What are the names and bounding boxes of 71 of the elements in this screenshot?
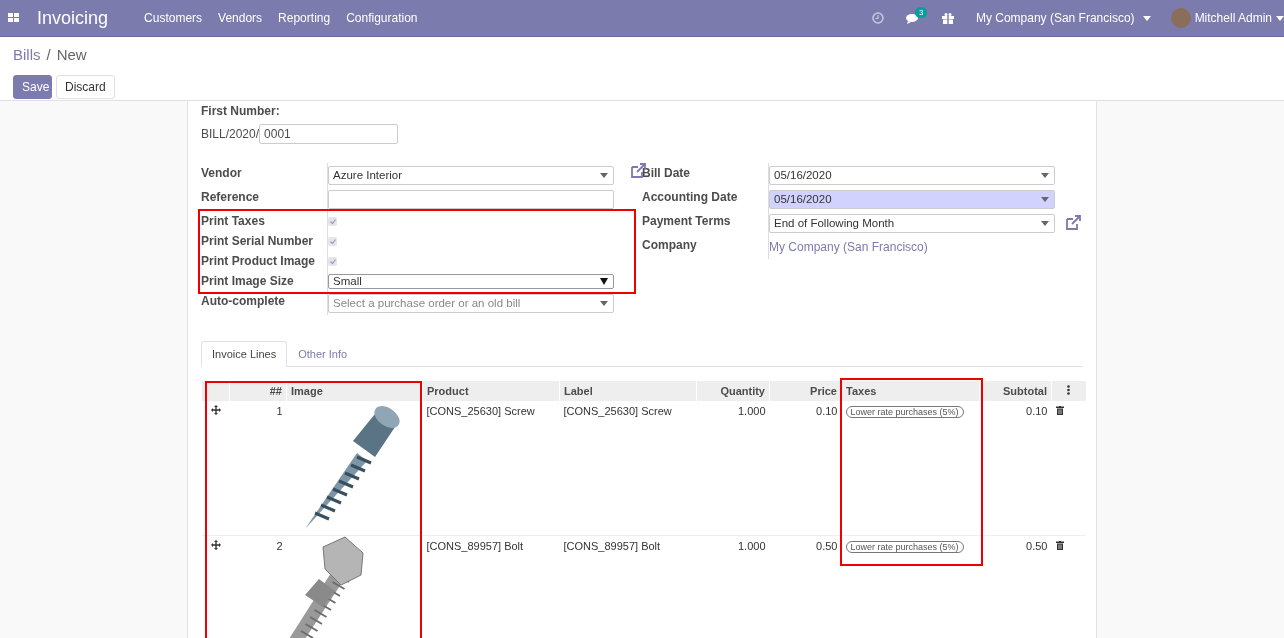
external-link-icon [1065,215,1082,231]
dropdown-field[interactable]: 05/16/2020 [769,165,1055,185]
table-cell: [CONS_89957] Bolt [422,535,560,638]
input-field[interactable] [328,189,614,209]
breadcrumb-current: New [56,46,87,65]
checkmark-icon [329,218,336,224]
dropdown-field[interactable]: 05/16/2020 [769,189,1055,209]
table-cell: [CONS_25630] Screw [422,400,560,536]
caret-icon [1276,15,1284,21]
caret-icon [1041,196,1049,202]
column-header: Quantity [696,381,770,401]
menu-item[interactable]: Configuration [346,11,418,25]
avatar [1170,8,1191,28]
menu-item[interactable]: Customers [144,11,203,25]
checkbox[interactable] [328,256,337,266]
table-cell: [CONS_25630] Screw [559,400,697,536]
delete-button[interactable] [1055,540,1064,552]
column-header: Label [559,381,697,401]
menu-item[interactable]: Reporting [278,11,331,25]
table-cell: 0.50 [979,535,1052,638]
sequence-number-field[interactable]: 0001 [259,124,399,144]
message-count-badge: 3 [914,6,928,18]
company-switcher[interactable]: My Company (San Francisco) [975,11,1151,25]
table-cell: 1 [229,400,287,536]
gift-icon [941,12,954,24]
table-cell: 0.10 [769,400,842,536]
dropdown-field[interactable]: Azure Interior [328,165,614,185]
field-label: First Number: [201,104,281,118]
user-menu[interactable]: Mitchell Admin [1170,8,1284,28]
dropdown-field[interactable]: End of Following Month [769,213,1055,233]
drag-handle-icon [210,405,221,415]
breadcrumb-separator: / [46,46,51,65]
discard-button[interactable]: Discard [56,75,115,99]
clock-icon [871,12,884,24]
caret-icon [1142,15,1151,21]
menu-item[interactable]: Vendors [218,11,263,25]
caret-icon [600,172,608,178]
table-cell: [CONS_89957] Bolt [559,535,697,638]
apps-menu-icon[interactable] [8,13,19,23]
drag-handle-icon [210,540,221,550]
column-header: Price [769,381,842,401]
table-cell: 1.000 [696,535,770,638]
checkmark-icon [329,258,336,264]
column-header: ## [229,381,287,401]
save-button[interactable]: Save [13,75,52,99]
sequence-prefix: BILL/2020/ [201,127,260,141]
column-header: Taxes [841,381,980,401]
trash-icon [1055,541,1064,550]
caret-icon [1041,220,1049,226]
table-cell: 2 [229,535,287,638]
table-cell: 1.000 [696,400,770,536]
delete-button[interactable] [1055,405,1064,417]
dropdown-field[interactable]: Small [328,273,614,289]
checkbox[interactable] [328,216,337,226]
breadcrumb-link[interactable]: Bills [13,46,41,66]
checkbox[interactable] [328,236,337,246]
app-title[interactable]: Invoicing [37,7,109,29]
checkmark-icon [329,238,336,244]
table-cell: 0.50 [769,535,842,638]
tab[interactable]: Other Info [287,341,359,366]
more-options-icon [1067,384,1071,395]
tab[interactable]: Invoice Lines [201,341,288,367]
chat-icon [905,12,920,24]
table-cell: 0.10 [979,400,1052,536]
column-header: Product [422,381,560,401]
field-label: Company [642,235,769,259]
company-link[interactable]: My Company (San Francisco) [769,240,928,254]
trash-icon [1055,406,1064,415]
caret-icon [1041,172,1049,178]
column-header: Subtotal [979,381,1052,401]
caret-icon [600,300,608,306]
